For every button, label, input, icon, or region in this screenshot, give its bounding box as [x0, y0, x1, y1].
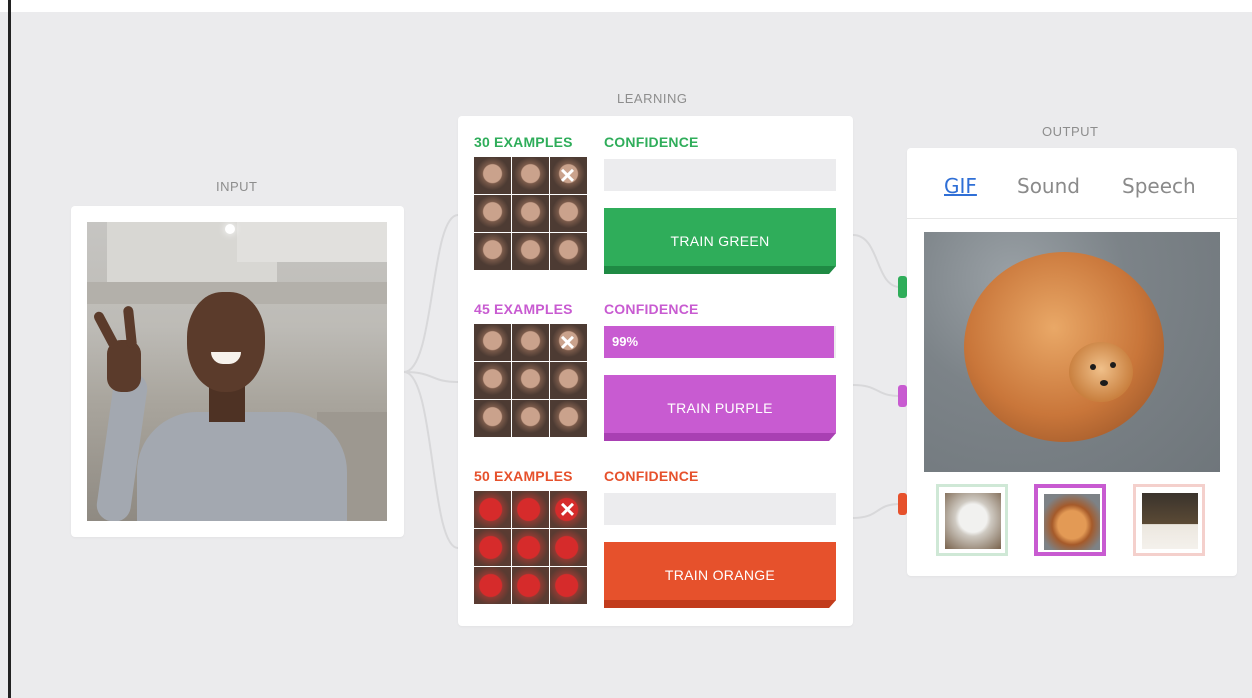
- example-thumbnail: [474, 195, 511, 232]
- example-thumbnail: [512, 233, 549, 270]
- example-thumbnail: [474, 400, 511, 437]
- example-thumbnail: [512, 400, 549, 437]
- class-orange: 50 EXAMPLES CONFIDENCE × TRAIN ORANGE: [458, 450, 853, 617]
- train-green-button[interactable]: TRAIN GREEN: [604, 208, 836, 274]
- example-thumbnail: [474, 529, 511, 566]
- output-tabs: GIF Sound Speech: [907, 148, 1237, 219]
- example-thumbnail: [474, 233, 511, 270]
- output-gif-preview: [924, 232, 1220, 472]
- example-thumbnail: [512, 195, 549, 232]
- gif-options: [936, 484, 1216, 562]
- delete-examples-icon[interactable]: ×: [549, 491, 586, 528]
- example-thumbnail: [512, 157, 549, 194]
- learning-section-label: LEARNING: [617, 91, 688, 106]
- tab-speech[interactable]: Speech: [1122, 174, 1196, 198]
- example-thumbnail: [474, 362, 511, 399]
- webcam-feed: [87, 222, 387, 521]
- example-thumbnail: [550, 529, 587, 566]
- purple-examples-label: 45 EXAMPLES: [474, 301, 573, 317]
- example-thumbnail: [474, 491, 511, 528]
- delete-examples-icon[interactable]: ×: [549, 157, 586, 194]
- output-card: GIF Sound Speech: [907, 148, 1237, 576]
- window-edge: [8, 0, 11, 698]
- gif-option-pomeranian[interactable]: [1034, 484, 1106, 556]
- input-section-label: INPUT: [216, 179, 258, 194]
- tab-gif[interactable]: GIF: [944, 174, 977, 198]
- example-thumbnail: [550, 567, 587, 604]
- purple-confidence-bar: 99%: [604, 326, 836, 358]
- example-thumbnail: [512, 529, 549, 566]
- output-section-label: OUTPUT: [1042, 124, 1099, 139]
- green-confidence-bar: [604, 159, 836, 191]
- class-purple: 45 EXAMPLES CONFIDENCE × 99% TRAIN PURPL…: [458, 283, 853, 450]
- example-thumbnail: [474, 324, 511, 361]
- example-thumbnail: [550, 400, 587, 437]
- green-examples-label: 30 EXAMPLES: [474, 134, 573, 150]
- example-thumbnail: [474, 567, 511, 604]
- example-thumbnail: [550, 233, 587, 270]
- gif-option-black-dog[interactable]: [1133, 484, 1205, 556]
- example-thumbnail: [512, 567, 549, 604]
- example-thumbnail: [512, 491, 549, 528]
- learning-card: 30 EXAMPLES CONFIDENCE × TRAIN GREEN 45 …: [458, 116, 853, 626]
- orange-port: [898, 493, 907, 515]
- gif-option-white-dog[interactable]: [936, 484, 1008, 556]
- example-thumbnail: [474, 157, 511, 194]
- orange-examples-label: 50 EXAMPLES: [474, 468, 573, 484]
- example-thumbnail: [512, 362, 549, 399]
- class-green: 30 EXAMPLES CONFIDENCE × TRAIN GREEN: [458, 116, 853, 283]
- purple-confidence-value: 99%: [612, 334, 639, 349]
- green-confidence-label: CONFIDENCE: [604, 134, 699, 150]
- orange-confidence-bar: [604, 493, 836, 525]
- purple-port: [898, 385, 907, 407]
- train-orange-button[interactable]: TRAIN ORANGE: [604, 542, 836, 608]
- train-purple-button[interactable]: TRAIN PURPLE: [604, 375, 836, 441]
- green-port: [898, 276, 907, 298]
- delete-examples-icon[interactable]: ×: [549, 324, 586, 361]
- orange-confidence-label: CONFIDENCE: [604, 468, 699, 484]
- example-thumbnail: [550, 195, 587, 232]
- purple-confidence-fill: [604, 326, 834, 358]
- input-card: [71, 206, 404, 537]
- tab-sound[interactable]: Sound: [1017, 174, 1080, 198]
- top-strip: [0, 0, 1252, 12]
- example-thumbnail: [550, 362, 587, 399]
- example-thumbnail: [512, 324, 549, 361]
- purple-confidence-label: CONFIDENCE: [604, 301, 699, 317]
